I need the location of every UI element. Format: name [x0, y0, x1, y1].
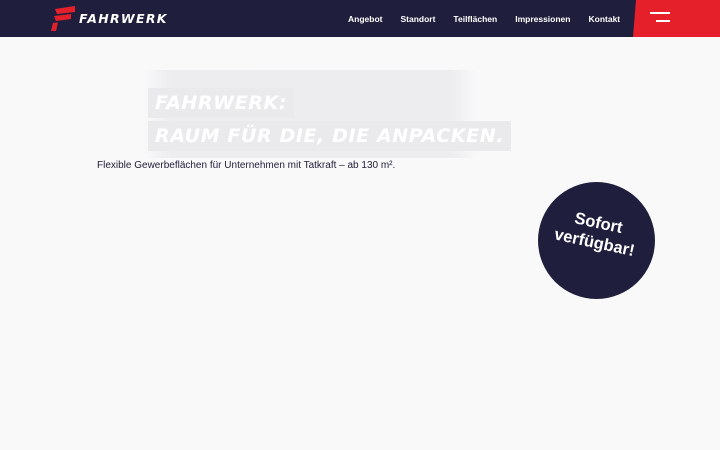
main-nav: Angebot Standort Teilflächen Impressione… — [339, 0, 629, 37]
hero-headline-line-1: FAHRWERK: — [148, 88, 295, 118]
nav-link-teilflaechen[interactable]: Teilflächen — [453, 14, 497, 24]
hero-headline-line-2: RAUM FÜR DIE, DIE ANPACKEN. — [148, 121, 512, 151]
nav-link-impressionen[interactable]: Impressionen — [515, 14, 570, 24]
menu-toggle-button[interactable] — [633, 0, 720, 37]
availability-badge-text: Sofort verfügbar! — [535, 201, 658, 264]
site-header: FAHRWERK Angebot Standort Teilflächen Im… — [0, 0, 720, 37]
nav-link-angebot[interactable]: Angebot — [348, 14, 382, 24]
hamburger-icon — [650, 12, 670, 24]
nav-link-standort[interactable]: Standort — [400, 14, 435, 24]
brand-name: FAHRWERK — [79, 11, 168, 26]
availability-badge: Sofort verfügbar! — [538, 182, 655, 299]
fahrwerk-logo-icon — [51, 6, 75, 31]
hero-subline: Flexible Gewerbeflächen für Unternehmen … — [97, 160, 396, 171]
nav-link-kontakt[interactable]: Kontakt — [588, 14, 620, 24]
brand-logo[interactable]: FAHRWERK — [51, 5, 168, 32]
